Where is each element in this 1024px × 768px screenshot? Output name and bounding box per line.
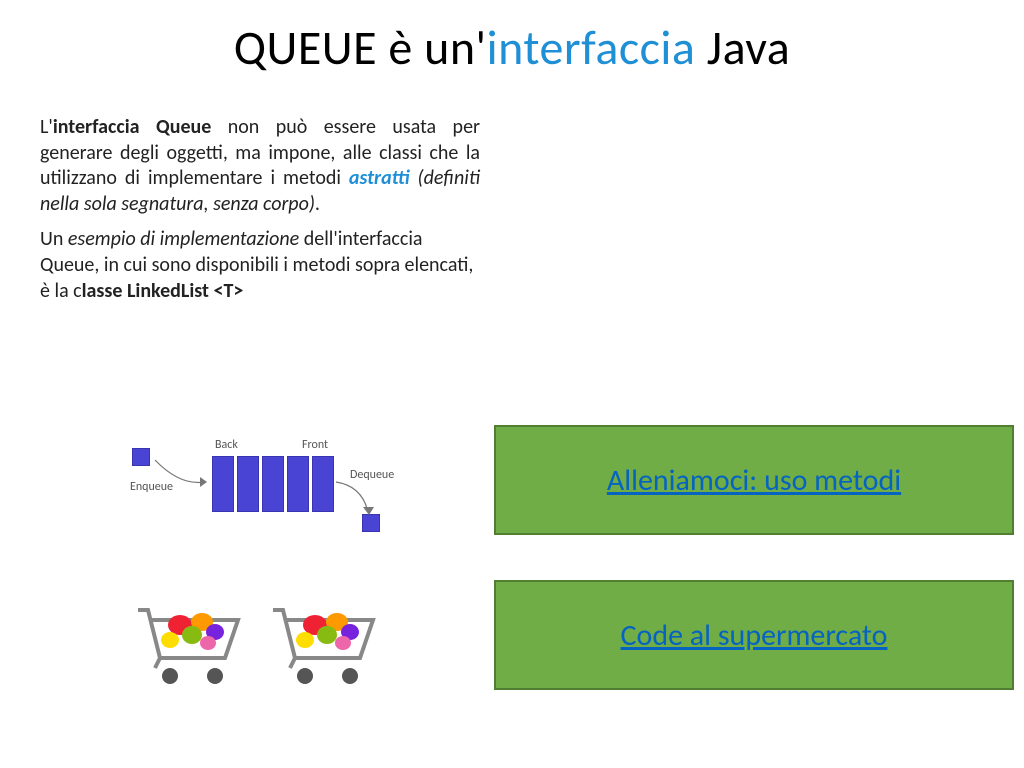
p2-linkedlist: lasse LinkedList <T>: [82, 279, 244, 303]
shopping-cart-icon: [130, 590, 250, 690]
dequeue-arrow-icon: [334, 478, 384, 523]
p1-abstract: astratti: [349, 166, 410, 190]
queue-bar: [262, 456, 284, 512]
title-post: Java: [695, 18, 790, 77]
title-highlight: interfaccia: [487, 18, 696, 77]
body-text: L'interfaccia Queue non può essere usata…: [40, 115, 480, 314]
queue-bar: [312, 456, 334, 512]
supermarket-queue-box[interactable]: Code al supermercato: [494, 580, 1014, 690]
enqueue-arrow-icon: [150, 456, 212, 496]
queue-diagram: Back Front Enqueue Dequeue: [130, 428, 410, 538]
supermarket-queue-link[interactable]: Code al supermercato: [621, 617, 888, 654]
queue-bar: [237, 456, 259, 512]
queue-bar: [212, 456, 234, 512]
shopping-cart-icon: [265, 590, 385, 690]
queue-bar: [287, 456, 309, 512]
slide-title: QUEUE è un'interfaccia Java: [0, 0, 1024, 77]
p1-t1: L': [40, 115, 53, 139]
front-label: Front: [302, 438, 328, 452]
enqueue-block-icon: [132, 448, 150, 466]
paragraph-1: L'interfaccia Queue non può essere usata…: [40, 115, 480, 217]
p1-t6: .: [315, 192, 320, 216]
paragraph-2: Un esempio di implementazione dell'inter…: [40, 227, 480, 304]
title-pre: QUEUE è un': [234, 18, 487, 77]
shopping-carts: [130, 590, 385, 690]
back-label: Back: [215, 438, 238, 452]
exercise-methods-link[interactable]: Alleniamoci: uso metodi: [607, 462, 901, 499]
p2-example: esempio di implementazione: [68, 227, 304, 251]
p2-t1: Un: [40, 227, 68, 251]
p1-interface-queue: interfaccia Queue: [53, 115, 211, 139]
exercise-methods-box[interactable]: Alleniamoci: uso metodi: [494, 425, 1014, 535]
